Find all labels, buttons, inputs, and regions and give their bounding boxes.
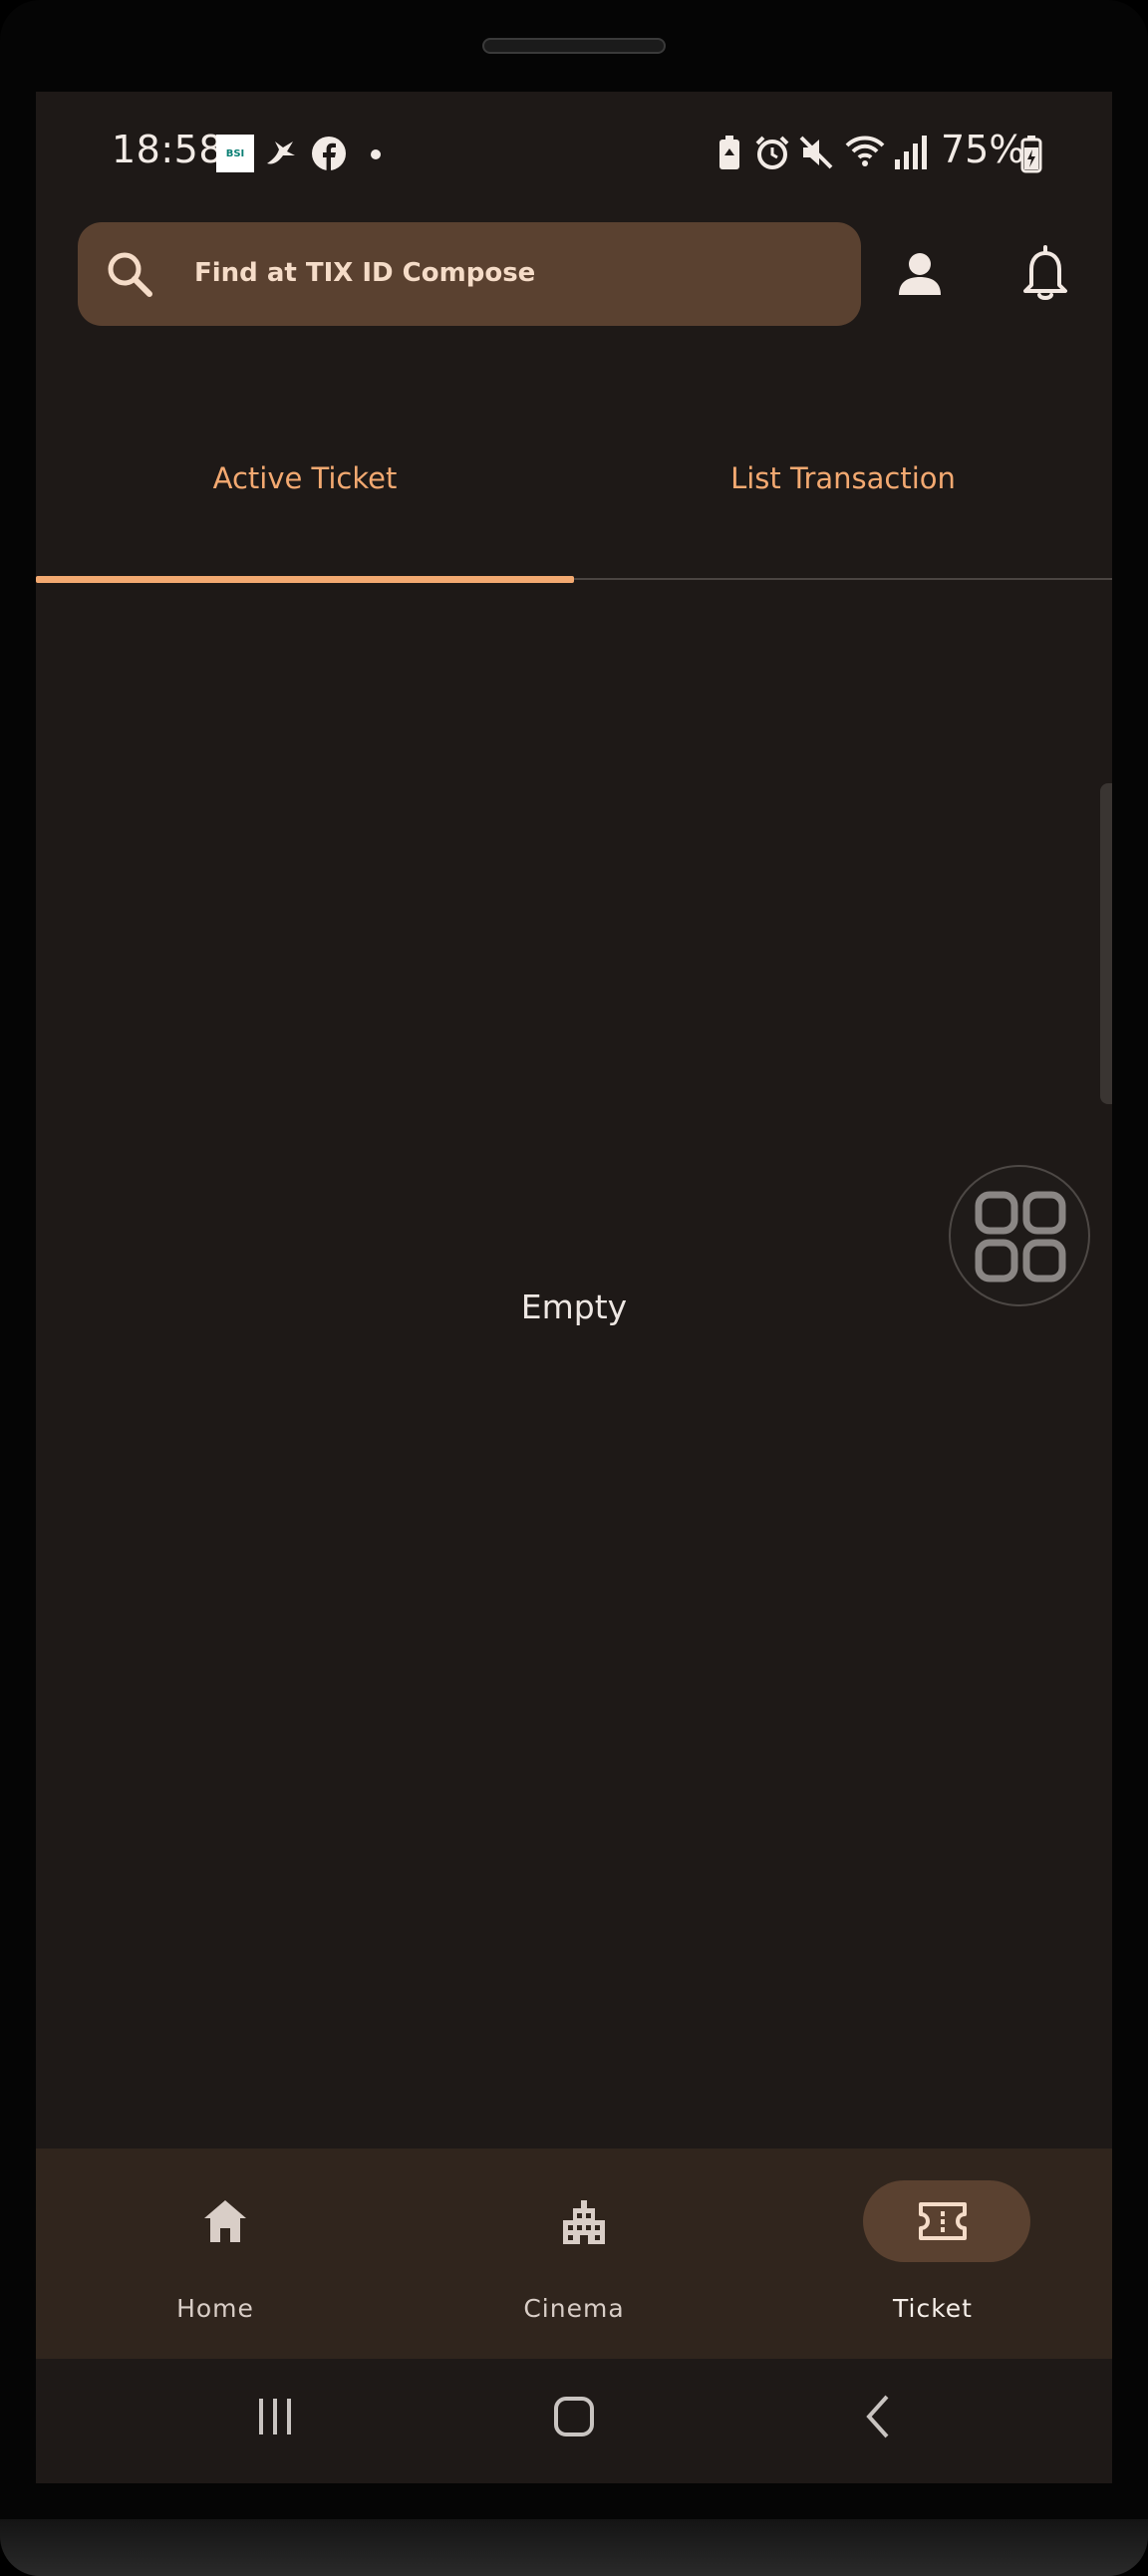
grid-icon <box>975 1191 1066 1283</box>
signal-icon <box>895 136 927 169</box>
home-button-icon[interactable] <box>552 2395 596 2438</box>
nav-ticket-label: Ticket <box>893 2294 973 2323</box>
nav-home-label: Home <box>176 2294 254 2323</box>
facebook-icon <box>312 137 346 170</box>
phone-bottom-bezel <box>0 2519 1148 2576</box>
floating-grid-button[interactable] <box>949 1165 1090 1306</box>
ticket-icon <box>919 2202 967 2240</box>
search-placeholder: Find at TIX ID Compose <box>194 258 536 288</box>
bell-icon[interactable] <box>1021 243 1069 301</box>
battery-icon <box>1020 136 1042 173</box>
back-icon[interactable] <box>857 2395 901 2438</box>
bird-icon <box>267 142 295 164</box>
tab-selected-indicator <box>36 576 574 583</box>
system-navigation-bar <box>36 2359 1112 2483</box>
search-bar[interactable]: Find at TIX ID Compose <box>78 222 861 326</box>
home-icon <box>204 2200 246 2242</box>
battery-saver-icon <box>719 136 739 169</box>
tab-active-ticket[interactable]: Active Ticket <box>36 430 574 526</box>
status-time: 18:58 <box>112 128 224 171</box>
nav-cinema-label: Cinema <box>523 2294 625 2323</box>
tab-list-transaction[interactable]: List Transaction <box>574 430 1112 526</box>
battery-percent: 75% <box>941 128 1025 171</box>
status-bar: 18:58 BSI 75% <box>36 92 1112 211</box>
nav-ticket[interactable]: Ticket <box>753 2148 1112 2359</box>
nav-home[interactable]: Home <box>36 2148 395 2359</box>
nav-cinema[interactable]: Cinema <box>395 2148 753 2359</box>
alarm-icon <box>755 136 789 169</box>
recent-apps-icon[interactable] <box>253 2395 297 2438</box>
tab-active-ticket-label: Active Ticket <box>212 461 398 495</box>
tab-list-transaction-label: List Transaction <box>730 461 956 495</box>
search-icon <box>108 252 152 297</box>
bsi-icon: BSI <box>216 135 254 172</box>
phone-frame: 18:58 BSI 75% Find at TIX ID Compose Act… <box>0 0 1148 2576</box>
profile-icon[interactable] <box>895 249 945 299</box>
dot-icon <box>371 149 381 159</box>
app-screen: 18:58 BSI 75% Find at TIX ID Compose Act… <box>36 92 1112 2483</box>
wifi-icon <box>845 136 885 166</box>
building-icon <box>563 2200 605 2244</box>
earpiece-speaker <box>482 38 666 54</box>
empty-state-text: Empty <box>520 1288 628 1326</box>
mute-icon <box>799 136 833 169</box>
edge-panel-handle[interactable] <box>1100 783 1112 1104</box>
bottom-navigation: Home Cinema Ticket <box>36 2148 1112 2359</box>
